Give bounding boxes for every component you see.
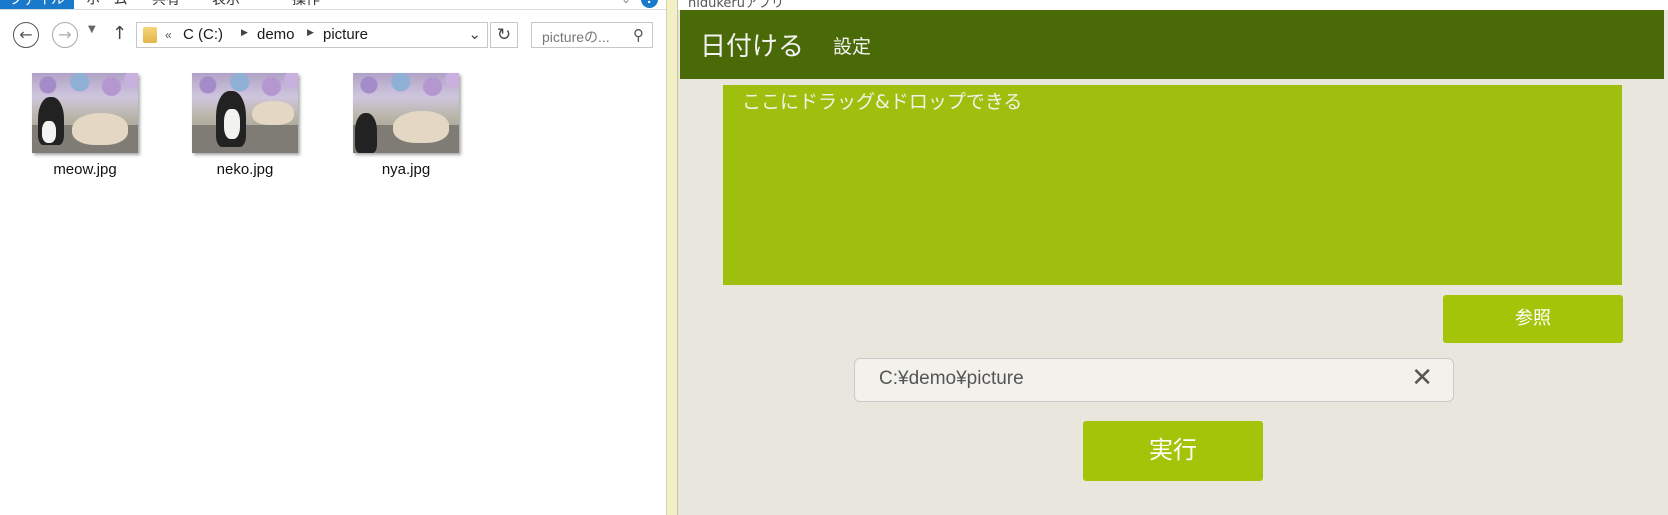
breadcrumb-picture[interactable]: picture — [323, 26, 368, 43]
drop-zone-hint: ここにドラッグ&ドロップできる — [742, 91, 1023, 113]
ribbon-expand-icon[interactable]: ⌄ — [621, 0, 631, 6]
tab-share[interactable]: 共有 — [152, 0, 180, 9]
address-bar[interactable]: « C (C:) ▶ demo ▶ picture ⌄ — [136, 22, 488, 48]
up-button[interactable]: ↑ — [112, 23, 127, 44]
breadcrumb-demo[interactable]: demo — [257, 26, 295, 43]
app-header: 日付ける 設定 — [680, 10, 1664, 79]
file-name: meow.jpg — [53, 161, 117, 178]
ribbon-tabs: ファイル ホーム 共有 表示 操作 ⌄ ? — [0, 0, 666, 10]
navigation-bar: ← → ▼ ↑ « C (C:) ▶ demo ▶ picture ⌄ ↻ pi… — [0, 18, 666, 52]
hidukeru-app-window: hidukeruアプリ 日付ける 設定 ここにドラッグ&ドロップできる 参照 C… — [678, 0, 1668, 515]
refresh-icon: ↻ — [496, 25, 512, 45]
refresh-button[interactable]: ↻ — [490, 22, 518, 48]
folder-icon — [143, 27, 157, 43]
search-box[interactable]: pictureの... ⚲ — [531, 22, 653, 48]
chevron-down-icon: ▼ — [88, 24, 96, 35]
file-name: neko.jpg — [216, 161, 274, 178]
breadcrumb-drive[interactable]: C (C:) — [183, 26, 223, 43]
search-input[interactable]: pictureの... — [542, 27, 610, 47]
folder-path-value[interactable]: C:¥demo¥picture — [879, 368, 1024, 390]
help-icon[interactable]: ? — [641, 0, 658, 8]
app-brand[interactable]: 日付ける — [700, 26, 804, 63]
breadcrumb-separator-icon[interactable]: ▶ — [307, 28, 314, 38]
thumbnail-image — [192, 73, 298, 153]
address-dropdown-icon[interactable]: ⌄ — [468, 25, 481, 43]
tab-home[interactable]: ホーム — [86, 0, 128, 9]
recent-locations-button[interactable]: ▼ — [88, 24, 96, 35]
search-icon[interactable]: ⚲ — [633, 26, 644, 44]
breadcrumb-separator-icon[interactable]: ▶ — [241, 28, 248, 38]
window-border — [666, 0, 678, 515]
file-drop-zone[interactable]: ここにドラッグ&ドロップできる — [723, 85, 1622, 285]
tab-manage[interactable]: 操作 — [292, 0, 320, 9]
file-name: nya.jpg — [381, 161, 431, 178]
tab-file[interactable]: ファイル — [0, 0, 74, 9]
thumbnail-image — [32, 73, 138, 153]
tab-view[interactable]: 表示 — [212, 0, 240, 9]
window-title: hidukeruアプリ — [688, 0, 784, 10]
forward-button[interactable]: → — [52, 22, 78, 48]
settings-menu-link[interactable]: 設定 — [833, 32, 871, 59]
close-icon[interactable]: ✕ — [1411, 363, 1433, 393]
thumbnail-image — [353, 73, 459, 153]
back-button[interactable]: ← — [13, 22, 39, 48]
file-explorer-window: ファイル ホーム 共有 表示 操作 ⌄ ? ← → ▼ ↑ « C (C:) ▶… — [0, 0, 666, 515]
file-item-neko[interactable]: neko.jpg — [185, 73, 305, 178]
browse-button[interactable]: 参照 — [1443, 295, 1623, 343]
breadcrumb-overflow[interactable]: « — [165, 28, 172, 42]
run-button[interactable]: 実行 — [1083, 421, 1263, 481]
app-titlebar: hidukeruアプリ — [678, 0, 1668, 10]
file-item-nya[interactable]: nya.jpg — [346, 73, 466, 178]
arrow-up-icon: ↑ — [112, 23, 128, 44]
arrow-right-icon: → — [58, 25, 72, 44]
folder-path-field[interactable]: C:¥demo¥picture ✕ — [854, 358, 1454, 402]
file-item-meow[interactable]: meow.jpg — [25, 73, 145, 178]
arrow-left-icon: ← — [19, 25, 33, 44]
